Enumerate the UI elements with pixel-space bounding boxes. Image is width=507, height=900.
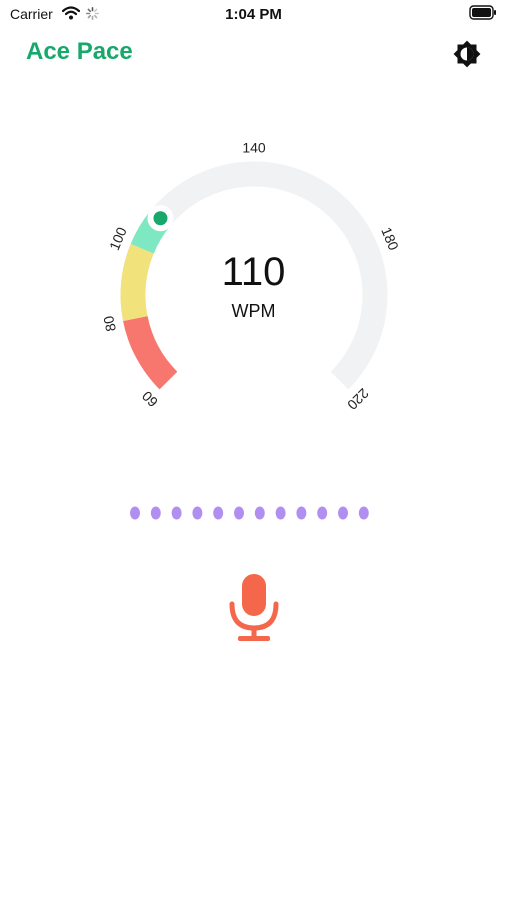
voice-level-dot — [296, 506, 307, 520]
voice-level-dot — [275, 506, 286, 520]
voice-level-dot — [234, 506, 244, 520]
voice-level-dot — [171, 506, 182, 520]
pace-gauge: 6080100140180220 — [100, 140, 402, 414]
gauge-tick-label: 180 — [378, 225, 402, 253]
voice-level-dot — [150, 506, 161, 520]
record-button[interactable] — [226, 572, 282, 646]
voice-level-dot — [192, 506, 203, 520]
microphone-icon — [229, 574, 279, 641]
gauge-tick-label: 140 — [242, 140, 266, 156]
gauge-tick-label: 220 — [344, 385, 372, 413]
voice-level-dot — [338, 506, 348, 520]
voice-level-dot — [213, 506, 224, 520]
voice-level-dot — [317, 506, 328, 520]
voice-level-dot — [254, 506, 265, 520]
voice-level-indicator — [130, 506, 369, 520]
wpm-unit-label: WPM — [231, 301, 276, 321]
voice-level-dot — [358, 506, 369, 520]
gauge-zone-slow — [123, 315, 178, 390]
voice-level-dot — [130, 506, 140, 520]
gauge-tick-label: 60 — [139, 388, 161, 410]
pace-indicator — [153, 211, 168, 226]
gauge-tick-label: 100 — [106, 225, 130, 253]
wpm-value: 110 — [221, 250, 286, 294]
